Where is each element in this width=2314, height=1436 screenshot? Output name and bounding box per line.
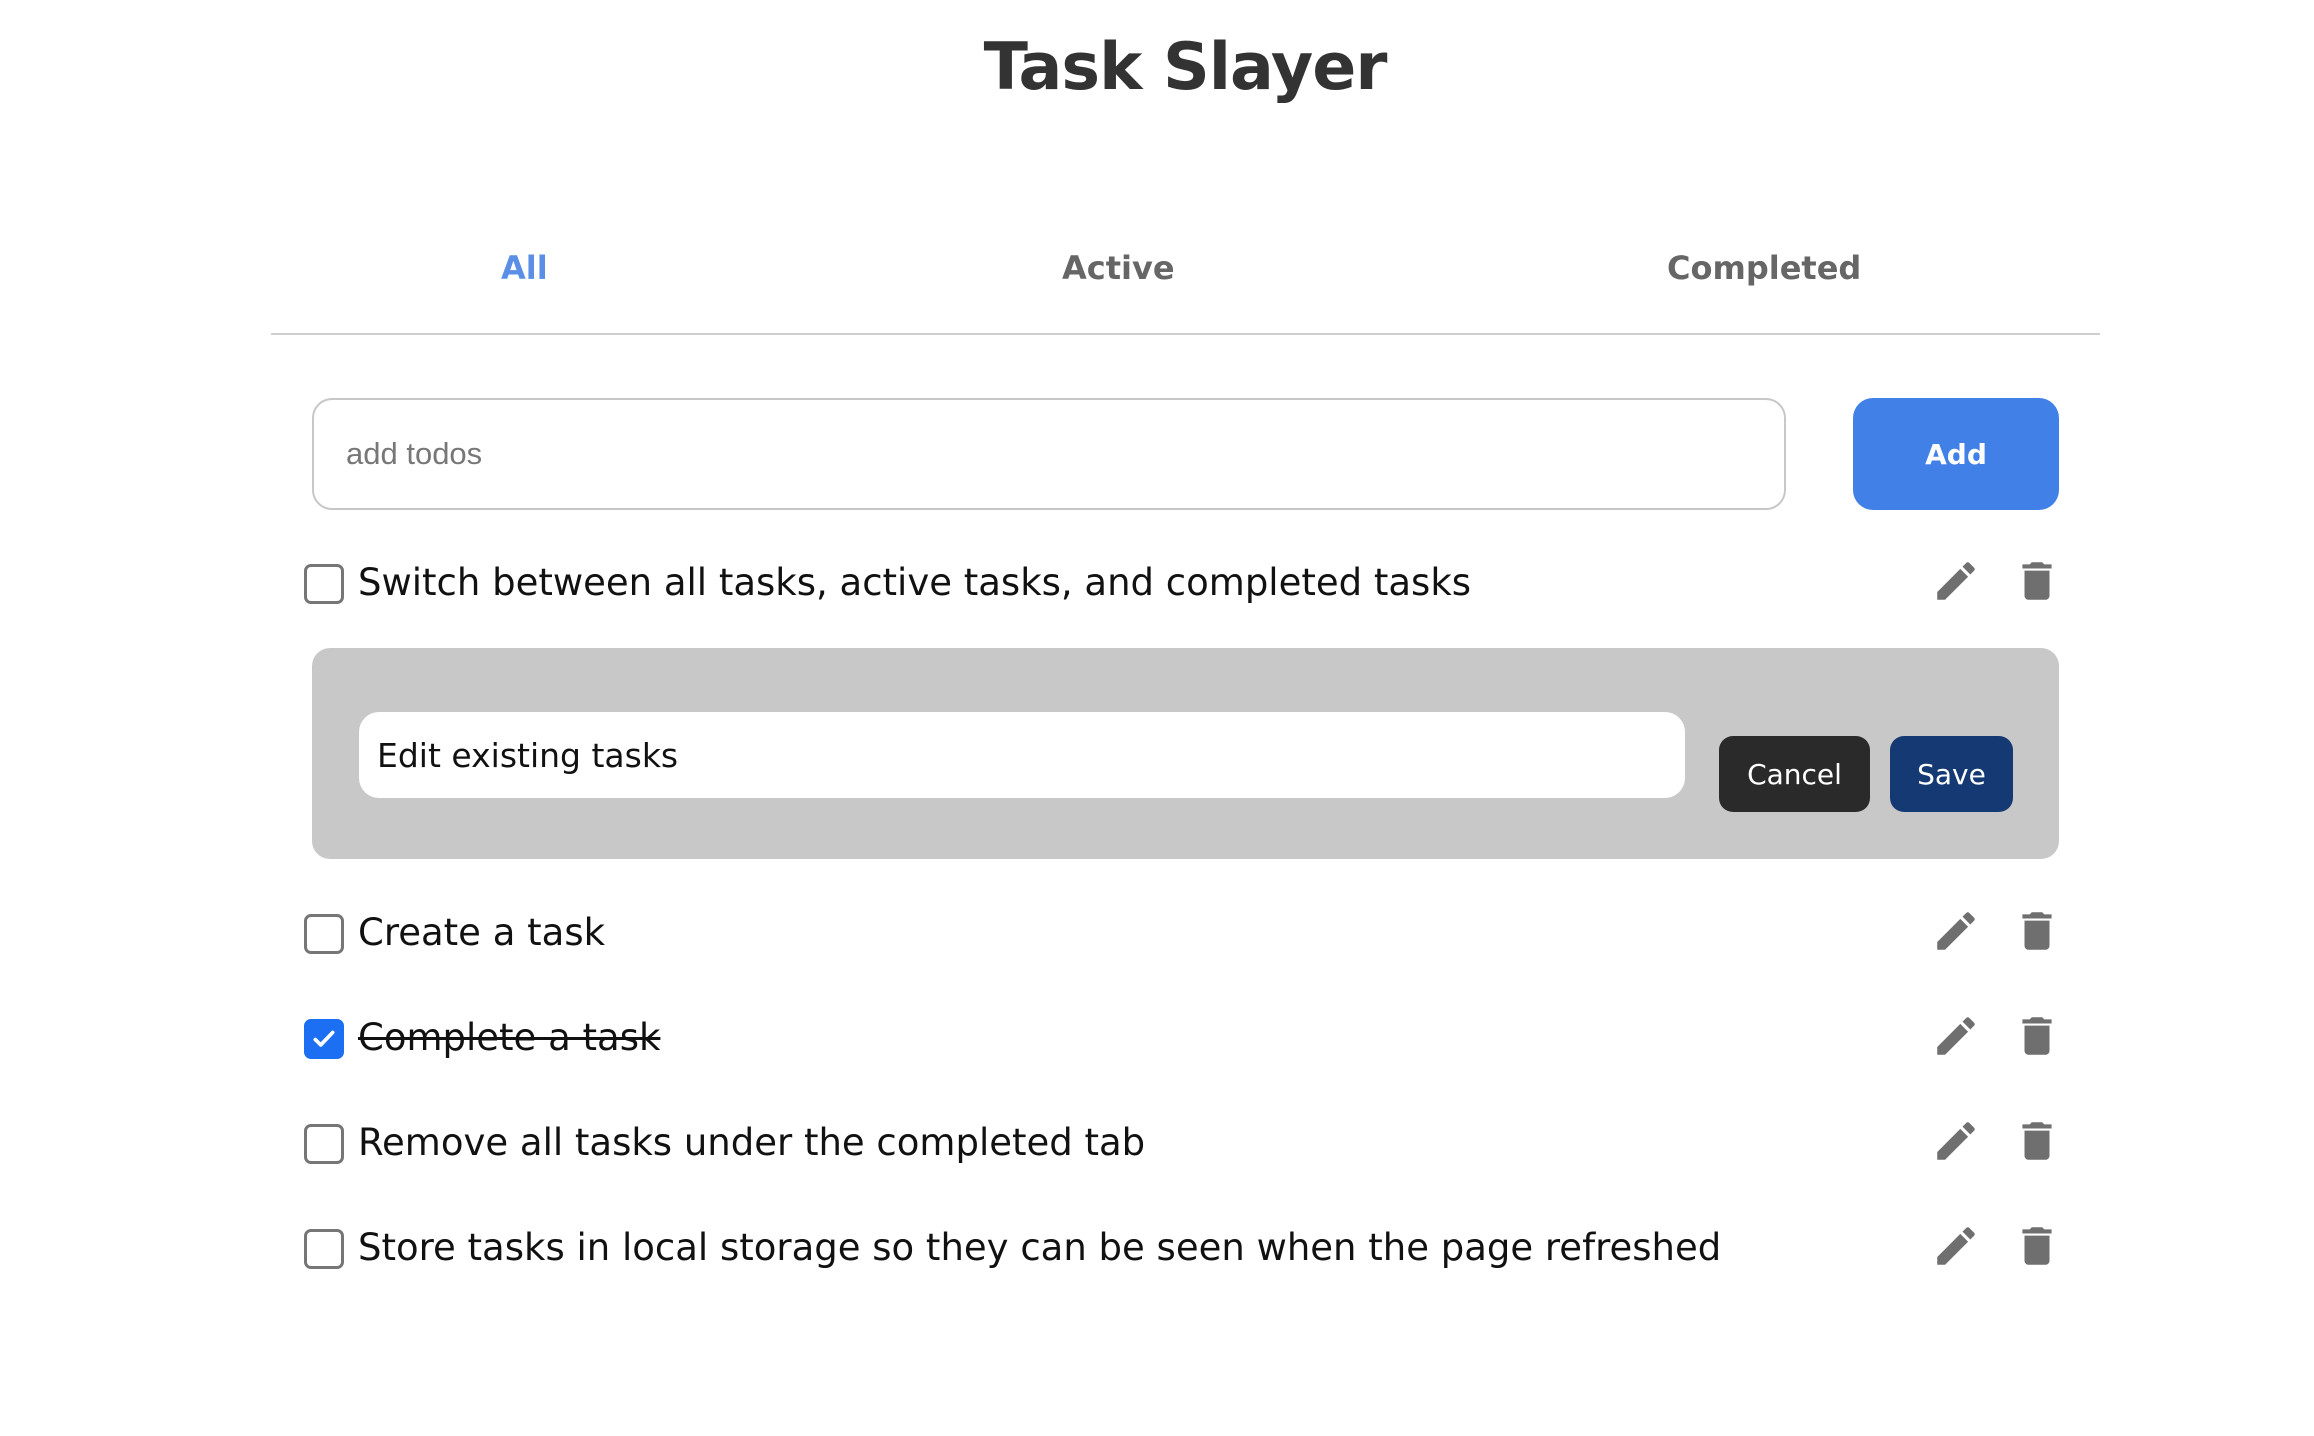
trash-icon[interactable] xyxy=(2012,1011,2062,1061)
cancel-button[interactable]: Cancel xyxy=(1719,736,1870,812)
edit-task-input[interactable] xyxy=(359,712,1685,798)
todo-text: Create a task xyxy=(358,911,606,954)
todo-item: Store tasks in local storage so they can… xyxy=(304,1221,2064,1281)
todo-checkbox[interactable] xyxy=(304,564,344,604)
edit-task-panel: Cancel Save xyxy=(312,648,2059,859)
trash-icon[interactable] xyxy=(2012,906,2062,956)
tab-active[interactable]: Active xyxy=(1062,249,1175,287)
pencil-icon[interactable] xyxy=(1931,906,1981,956)
add-todo-input[interactable] xyxy=(312,398,1786,510)
pencil-icon[interactable] xyxy=(1931,1116,1981,1166)
pencil-icon[interactable] xyxy=(1931,556,1981,606)
todo-text: Remove all tasks under the completed tab xyxy=(358,1121,1146,1164)
todo-checkbox[interactable] xyxy=(304,1124,344,1164)
todo-checkbox[interactable] xyxy=(304,1019,344,1059)
save-button[interactable]: Save xyxy=(1890,736,2013,812)
filter-tabs: All Active Completed xyxy=(271,245,2100,335)
trash-icon[interactable] xyxy=(2012,1221,2062,1271)
todo-item: Create a task xyxy=(304,906,2064,966)
todo-text: Switch between all tasks, active tasks, … xyxy=(358,561,1472,604)
todo-checkbox[interactable] xyxy=(304,1229,344,1269)
todo-text: Complete a task xyxy=(358,1016,661,1059)
app-title: Task Slayer xyxy=(983,30,1388,105)
todo-item: Complete a task xyxy=(304,1011,2064,1071)
add-button[interactable]: Add xyxy=(1853,398,2059,510)
todo-checkbox[interactable] xyxy=(304,914,344,954)
todo-item: Remove all tasks under the completed tab xyxy=(304,1116,2064,1176)
trash-icon[interactable] xyxy=(2012,1116,2062,1166)
pencil-icon[interactable] xyxy=(1931,1011,1981,1061)
tab-completed[interactable]: Completed xyxy=(1667,249,1861,287)
checkmark-icon xyxy=(313,1030,335,1047)
todo-item: Switch between all tasks, active tasks, … xyxy=(304,556,2064,616)
tab-all[interactable]: All xyxy=(501,249,548,287)
pencil-icon[interactable] xyxy=(1931,1221,1981,1271)
trash-icon[interactable] xyxy=(2012,556,2062,606)
todo-text: Store tasks in local storage so they can… xyxy=(358,1226,1722,1269)
